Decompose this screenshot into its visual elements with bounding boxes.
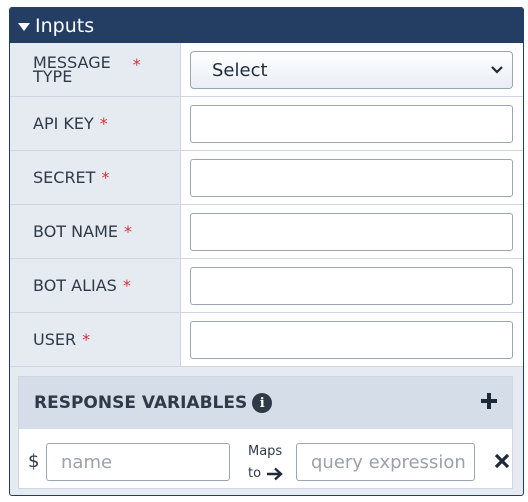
field-row-user: USER *: [10, 313, 523, 367]
required-marker: *: [82, 330, 91, 349]
maps-to-label: Maps to: [248, 441, 284, 485]
field-row-api-key: API KEY *: [10, 97, 523, 151]
field-row-bot-alias: BOT ALIAS *: [10, 259, 523, 313]
response-variables-section: RESPONSE VARIABLES i $ name Maps to quer…: [18, 376, 513, 489]
to-text: to: [248, 466, 262, 481]
field-cell: [181, 259, 523, 312]
api-key-input[interactable]: [190, 105, 513, 143]
query-expression-input[interactable]: query expression: [296, 443, 475, 481]
dollar-prefix: $: [28, 451, 40, 472]
chevron-down-icon: [491, 66, 503, 74]
message-type-select[interactable]: Select: [190, 51, 513, 89]
response-variable-row: $ name Maps to query expression: [19, 439, 512, 483]
field-label: SECRET *: [10, 151, 181, 204]
field-label: BOT NAME *: [10, 205, 181, 258]
field-label: MESSAGE TYPE *: [10, 43, 181, 96]
arrow-right-icon: [267, 467, 283, 481]
bot-alias-input[interactable]: [190, 267, 513, 305]
field-row-bot-name: BOT NAME *: [10, 205, 523, 259]
section-title: RESPONSE VARIABLES: [34, 393, 248, 413]
field-label: USER *: [10, 313, 181, 366]
label-text: USER: [33, 330, 77, 349]
field-cell: [181, 97, 523, 150]
maps-text: Maps: [248, 444, 283, 459]
secret-input[interactable]: [190, 159, 513, 197]
field-row-secret: SECRET *: [10, 151, 523, 205]
panel-header[interactable]: Inputs: [10, 8, 523, 43]
to-line: to: [248, 463, 284, 485]
inputs-panel: Inputs MESSAGE TYPE * Select API KEY * S…: [9, 7, 524, 496]
required-marker: *: [132, 55, 141, 74]
plus-icon[interactable]: [480, 392, 498, 410]
label-text: API KEY: [33, 114, 94, 133]
required-marker: *: [99, 114, 108, 133]
label-text: SECRET: [33, 168, 96, 187]
select-value: Select: [212, 59, 268, 81]
bot-name-input[interactable]: [190, 213, 513, 251]
field-cell: [181, 151, 523, 204]
panel-title: Inputs: [35, 14, 95, 37]
response-variables-header: RESPONSE VARIABLES i: [19, 377, 512, 429]
field-cell: Select: [181, 43, 523, 96]
field-label: API KEY *: [10, 97, 181, 150]
label-text: BOT ALIAS: [33, 276, 117, 295]
label-wrapper: MESSAGE TYPE: [33, 54, 111, 86]
variable-name-input[interactable]: name: [46, 443, 230, 481]
required-marker: *: [122, 276, 131, 295]
close-icon[interactable]: [494, 453, 510, 469]
field-row-message-type: MESSAGE TYPE * Select: [10, 43, 523, 97]
label-text: BOT NAME: [33, 222, 118, 241]
label-line-2: TYPE: [33, 66, 73, 86]
info-circle-icon[interactable]: i: [252, 393, 273, 413]
required-marker: *: [101, 168, 110, 187]
field-cell: [181, 313, 523, 366]
required-marker: *: [123, 222, 132, 241]
field-cell: [181, 205, 523, 258]
user-input[interactable]: [190, 321, 513, 359]
caret-down-icon[interactable]: [18, 22, 30, 31]
field-label: BOT ALIAS *: [10, 259, 181, 312]
